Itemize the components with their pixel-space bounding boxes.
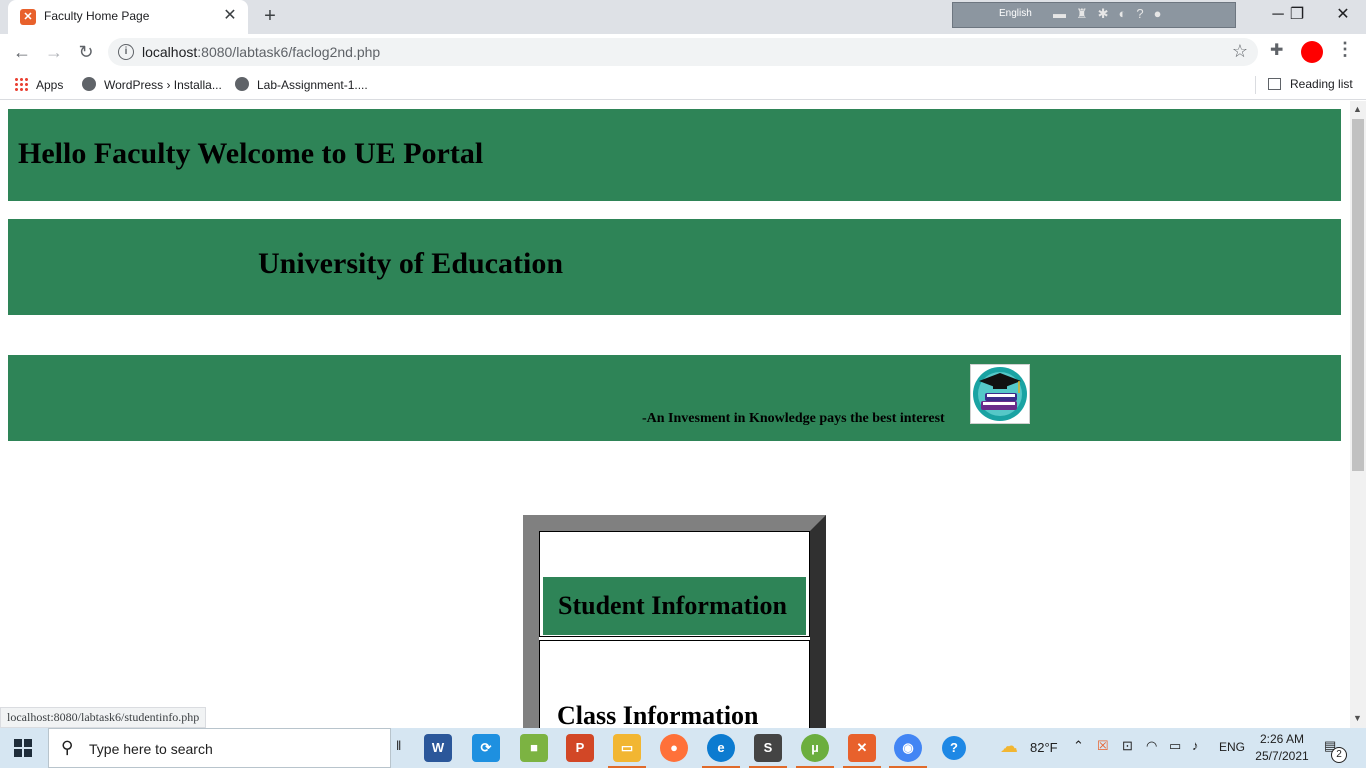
firefox-icon[interactable]: ● (660, 734, 688, 762)
student-info-label[interactable]: Student Information (558, 591, 787, 621)
chrome-icon[interactable]: ◉ (894, 734, 922, 762)
site-info-icon[interactable]: i (118, 44, 134, 60)
restore-icon[interactable]: ❐ (1274, 0, 1320, 30)
help-icon[interactable]: ? (942, 736, 966, 760)
sublime-icon[interactable]: S (754, 734, 782, 762)
taskbar-search[interactable]: ⚲ Type here to search (48, 728, 391, 768)
globe-icon (235, 77, 249, 91)
language-bar[interactable]: English ▬♜✱◐?● (952, 2, 1236, 28)
class-info-label[interactable]: Class Information (557, 701, 759, 728)
menu-table: Student Information Class Information (523, 515, 826, 728)
profile-avatar[interactable] (1301, 41, 1323, 63)
powerpoint-icon[interactable]: P (566, 734, 594, 762)
vertical-scrollbar[interactable]: ▲ ▼ (1350, 101, 1366, 728)
language-bar-label: English (999, 8, 1032, 19)
url-text[interactable]: localhost:8080/labtask6/faclog2nd.php (142, 44, 380, 60)
student-info-link[interactable]: Student Information (543, 577, 806, 635)
close-window-icon[interactable]: ✕ (1320, 0, 1366, 30)
paint-icon[interactable]: ■ (520, 734, 548, 762)
xampp-favicon-icon: ✕ (20, 9, 36, 25)
tab-close-icon[interactable]: ✕ (220, 6, 240, 26)
weather-icon[interactable]: ☁ (1000, 736, 1018, 757)
xampp-icon[interactable]: ✕ (848, 734, 876, 762)
bookmark-star-icon[interactable]: ☆ (1232, 41, 1248, 62)
clock-date: 25/7/2021 (1255, 749, 1309, 763)
reading-list-icon (1268, 78, 1281, 90)
utorrent-icon[interactable]: µ (801, 734, 829, 762)
word-icon[interactable]: W (424, 734, 452, 762)
search-icon: ⚲ (61, 738, 74, 757)
motto-text: -An Invesment in Knowledge pays the best… (642, 411, 945, 426)
welcome-banner: Hello Faculty Welcome to UE Portal (8, 109, 1341, 201)
university-banner: University of Education (8, 219, 1341, 315)
browser-tab[interactable]: ✕ Faculty Home Page ✕ (8, 0, 248, 34)
temperature[interactable]: 82°F (1030, 740, 1058, 755)
page-title: Hello Faculty Welcome to UE Portal (18, 137, 484, 170)
notification-count: 2 (1331, 747, 1347, 763)
taskbar-clock[interactable]: 2:26 AM 25/7/2021 (1248, 731, 1316, 765)
bookmark-wordpress[interactable]: WordPress › Installa... (82, 77, 222, 92)
university-name: University of Education (258, 247, 564, 280)
back-icon[interactable]: ← (10, 40, 34, 64)
page-viewport: Hello Faculty Welcome to UE Portal Unive… (0, 101, 1350, 728)
bookmarks-divider (1255, 76, 1256, 94)
edge-icon[interactable]: e (707, 734, 735, 762)
reload-icon[interactable]: ↻ (74, 40, 98, 64)
address-bar[interactable]: i localhost:8080/labtask6/faclog2nd.php … (108, 38, 1258, 66)
windows-taskbar: ⚲ Type here to search ‖ W ⟳ ■ P ▭ ● e S … (0, 728, 1366, 768)
menu-cell-student[interactable]: Student Information (539, 531, 810, 637)
reading-list-button[interactable]: Reading list (1268, 77, 1353, 91)
new-tab-button[interactable]: + (258, 4, 282, 28)
battery-icon[interactable]: ▭ (1169, 738, 1181, 754)
language-bar-icons[interactable]: ▬♜✱◐?● (1053, 6, 1171, 22)
tray-camera-icon[interactable]: ⊡ (1122, 738, 1133, 754)
input-language[interactable]: ENG (1219, 740, 1245, 754)
search-placeholder: Type here to search (89, 741, 213, 757)
apps-grid-icon (14, 77, 28, 91)
graduation-books-logo (970, 364, 1030, 424)
globe-icon (82, 77, 96, 91)
scroll-thumb[interactable] (1352, 119, 1364, 471)
forward-icon[interactable]: → (42, 40, 66, 64)
chrome-menu-icon[interactable]: ⋮ (1336, 39, 1354, 60)
file-explorer-icon[interactable]: ▭ (613, 734, 641, 762)
extensions-icon[interactable]: ✚ (1270, 40, 1283, 60)
bookmark-apps[interactable]: Apps (14, 77, 63, 92)
scroll-down-icon[interactable]: ▼ (1353, 713, 1362, 723)
browser-toolbar: ← → ↻ i localhost:8080/labtask6/faclog2n… (0, 34, 1366, 70)
volume-icon[interactable]: ♪ (1192, 738, 1199, 753)
scroll-up-icon[interactable]: ▲ (1353, 104, 1362, 114)
clock-time: 2:26 AM (1259, 732, 1305, 746)
bookmark-lab-assignment[interactable]: Lab-Assignment-1.... (235, 77, 368, 92)
sync-icon[interactable]: ⟳ (472, 734, 500, 762)
browser-titlebar: ✕ Faculty Home Page ✕ + English ▬♜✱◐?● ─… (0, 0, 1366, 34)
menu-cell-class[interactable]: Class Information (539, 640, 810, 728)
windows-start-icon[interactable] (14, 739, 32, 757)
tray-chevron-icon[interactable]: ⌃ (1073, 738, 1084, 754)
wifi-icon[interactable]: ◠ (1146, 738, 1157, 754)
tray-xampp-icon[interactable]: ☒ (1097, 738, 1109, 754)
task-view-icon[interactable]: ‖ (396, 738, 401, 753)
tab-title: Faculty Home Page (44, 9, 150, 23)
motto-banner: -An Invesment in Knowledge pays the best… (8, 355, 1341, 441)
status-bubble: localhost:8080/labtask6/studentinfo.php (0, 707, 207, 728)
bookmarks-bar: Apps WordPress › Installa... Lab-Assignm… (0, 70, 1366, 100)
